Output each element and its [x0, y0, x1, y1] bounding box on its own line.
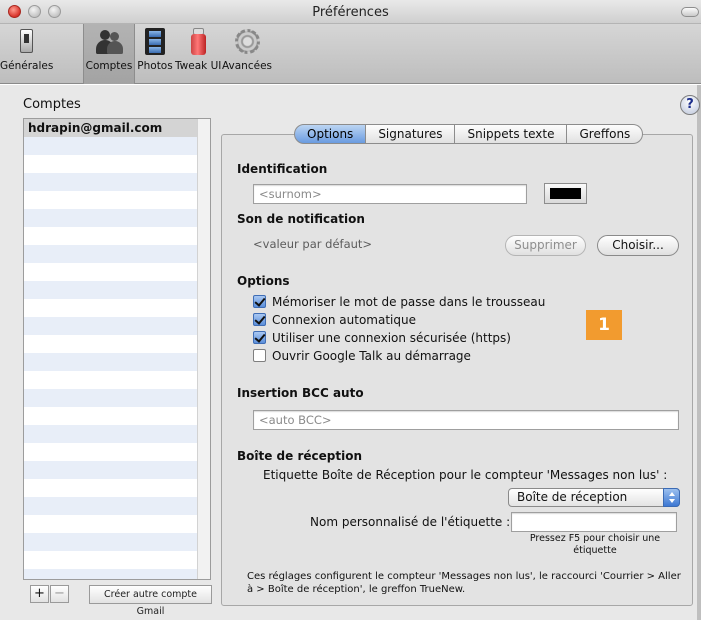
list-item [24, 227, 210, 245]
list-item [24, 191, 210, 209]
list-item [24, 281, 210, 299]
toolbar-item-tweak-ui[interactable]: Tweak UI [175, 24, 221, 84]
help-button[interactable]: ? [680, 95, 700, 115]
toolbar-toggle-button[interactable] [681, 7, 699, 17]
color-swatch [550, 188, 581, 199]
accounts-list[interactable]: hdrapin@gmail.com [23, 118, 211, 580]
inbox-footer-note: Ces réglages configurent le compteur 'Me… [247, 571, 681, 595]
checkbox-label: Ouvrir Google Talk au démarrage [272, 348, 471, 363]
checkbox-label: Mémoriser le mot de passe dans le trouss… [272, 294, 546, 309]
popup-arrows-icon [663, 488, 680, 507]
popup-value: Boîte de réception [517, 490, 628, 504]
tab-snippets[interactable]: Snippets texte [455, 124, 568, 144]
callout-badge: 1 [586, 310, 622, 340]
photos-film-icon [140, 27, 170, 57]
f5-hint: Pressez F5 pour choisir une étiquette [529, 533, 661, 556]
custom-label-field[interactable] [511, 512, 677, 532]
list-item [24, 515, 210, 533]
tab-bar: Options Signatures Snippets texte Greffo… [294, 124, 644, 144]
list-item [24, 155, 210, 173]
list-item [24, 137, 210, 155]
options-heading: Options [237, 274, 290, 288]
secure-connection-checkbox[interactable]: Utiliser une connexion sécurisée (https) [253, 329, 511, 346]
toolbar-item-avancees[interactable]: Avancées [221, 24, 273, 84]
toolbar-item-label: Avancées [221, 60, 273, 72]
custom-label-caption: Nom personnalisé de l'étiquette : [310, 515, 511, 529]
list-item [24, 371, 210, 389]
checkbox-box[interactable] [253, 331, 266, 344]
list-item [24, 389, 210, 407]
google-talk-startup-checkbox[interactable]: Ouvrir Google Talk au démarrage [253, 347, 471, 364]
preferences-toolbar: Générales Comptes Photos Tweak UI Avancé… [0, 24, 701, 84]
list-item [24, 299, 210, 317]
list-item [24, 245, 210, 263]
tab-signatures[interactable]: Signatures [366, 124, 456, 144]
checkbox-box[interactable] [253, 349, 266, 362]
checkbox-label: Utiliser une connexion sécurisée (https) [272, 330, 511, 345]
title-bar: Préférences [0, 0, 701, 24]
toolbar-item-label: Comptes [85, 60, 133, 72]
list-item [24, 425, 210, 443]
toolbar-item-label: Photos [137, 60, 173, 72]
checkbox-box[interactable] [253, 313, 266, 326]
identification-heading: Identification [237, 162, 328, 176]
notification-sound-value: <valeur par défaut> [253, 237, 373, 251]
choose-sound-button[interactable]: Choisir... [597, 235, 679, 256]
accounts-title: Comptes [23, 97, 81, 112]
checkbox-box[interactable] [253, 295, 266, 308]
nickname-field[interactable]: <surnom> [253, 184, 527, 204]
list-item [24, 479, 210, 497]
toolbar-item-label: Tweak UI [175, 60, 222, 72]
color-well[interactable] [544, 183, 587, 204]
toolbar-item-comptes[interactable]: Comptes [83, 24, 135, 84]
list-item [24, 353, 210, 371]
checkbox-label: Connexion automatique [272, 312, 416, 327]
list-item [24, 209, 210, 227]
tab-greffons[interactable]: Greffons [567, 124, 644, 144]
list-item [24, 317, 210, 335]
toolbar-item-photos[interactable]: Photos [135, 24, 175, 84]
window-title: Préférences [312, 5, 389, 20]
window-edge [697, 85, 701, 620]
bcc-heading: Insertion BCC auto [237, 386, 364, 400]
tab-options[interactable]: Options [294, 124, 367, 144]
list-item [24, 173, 210, 191]
list-item [24, 551, 210, 569]
list-item [24, 335, 210, 353]
accounts-people-icon [94, 27, 124, 57]
list-scrollbar[interactable] [197, 119, 210, 579]
notification-sound-heading: Son de notification [237, 212, 365, 226]
inbox-label-popup[interactable]: Boîte de réception [508, 488, 680, 507]
list-item [24, 443, 210, 461]
list-item [24, 263, 210, 281]
auto-connect-checkbox[interactable]: Connexion automatique [253, 311, 416, 328]
create-gmail-account-button[interactable]: Créer autre compte Gmail [89, 585, 212, 617]
inbox-label-text: Etiquette Boîte de Réception pour le com… [263, 468, 668, 482]
general-switch-icon [11, 27, 41, 57]
remove-account-button[interactable]: − [50, 585, 69, 603]
list-item [24, 497, 210, 515]
add-account-button[interactable]: + [30, 585, 49, 603]
advanced-gear-icon [232, 27, 262, 57]
remember-password-checkbox[interactable]: Mémoriser le mot de passe dans le trouss… [253, 293, 545, 310]
auto-bcc-field[interactable]: <auto BCC> [253, 410, 679, 430]
delete-sound-button[interactable]: Supprimer [505, 235, 586, 256]
list-item [24, 461, 210, 479]
list-item[interactable]: hdrapin@gmail.com [24, 119, 210, 137]
list-item [24, 533, 210, 551]
tweak-spraycan-icon [183, 27, 213, 57]
toolbar-item-label: Générales [0, 60, 54, 72]
inbox-heading: Boîte de réception [237, 449, 362, 463]
toolbar-item-generales[interactable]: Générales [0, 24, 54, 84]
list-item [24, 569, 210, 579]
list-item [24, 407, 210, 425]
